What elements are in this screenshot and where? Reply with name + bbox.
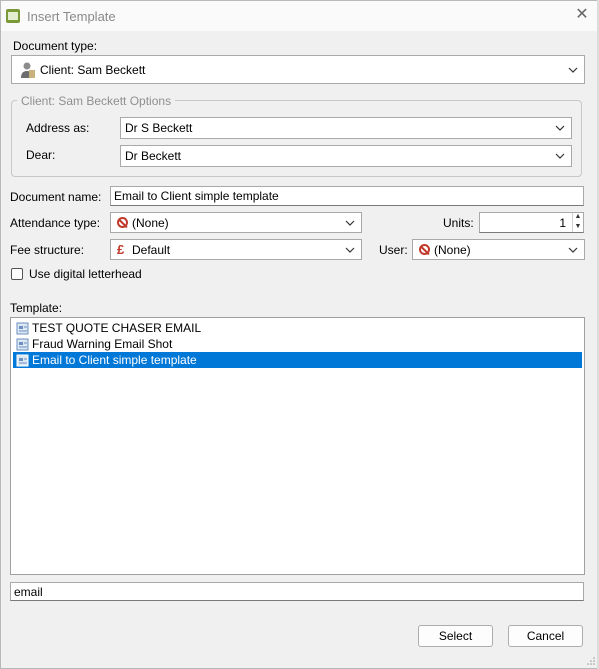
user-value: (None) [434, 242, 471, 257]
pound-icon: £ [117, 241, 125, 257]
dear-value: Dr Beckett [125, 149, 182, 163]
filter-input[interactable]: email [10, 582, 584, 601]
no-entry-icon [419, 244, 430, 255]
chevron-down-icon [555, 153, 565, 159]
digital-letterhead-label: Use digital letterhead [29, 267, 142, 281]
units-label: Units: [443, 216, 474, 230]
template-item-label: TEST QUOTE CHASER EMAIL [32, 321, 202, 335]
user-combo[interactable]: (None) [412, 239, 585, 260]
address-as-combo[interactable]: Dr S Beckett [120, 117, 572, 139]
list-item[interactable]: TEST QUOTE CHASER EMAIL [13, 320, 582, 336]
chevron-down-icon [345, 247, 355, 253]
chevron-down-icon [568, 247, 578, 253]
chevron-down-icon [345, 220, 355, 226]
template-label: Template: [10, 301, 63, 315]
app-icon [6, 9, 20, 23]
dear-label: Dear: [26, 148, 56, 162]
spin-down-icon[interactable]: ▼ [573, 223, 583, 233]
user-label: User: [379, 243, 408, 257]
document-name-field[interactable]: Email to Client simple template [110, 186, 584, 206]
filter-value: email [14, 584, 43, 599]
spin-up-icon[interactable]: ▲ [573, 213, 583, 223]
document-type-value: Client: Sam Beckett [40, 62, 146, 77]
document-icon [16, 354, 29, 366]
attendance-type-label: Attendance type: [10, 216, 101, 230]
units-value: 1 [559, 215, 566, 230]
document-icon [16, 322, 29, 334]
attendance-type-value: (None) [132, 215, 169, 230]
window-title: Insert Template [27, 9, 116, 24]
title-bar: Insert Template ✕ [1, 1, 598, 31]
fee-structure-label: Fee structure: [10, 243, 85, 257]
template-list[interactable]: TEST QUOTE CHASER EMAIL Fraud Warning Em… [10, 317, 585, 575]
chevron-down-icon [555, 125, 565, 131]
units-stepper[interactable]: 1 ▲ ▼ [479, 212, 584, 233]
chevron-down-icon [568, 67, 578, 73]
template-item-label: Email to Client simple template [32, 353, 197, 367]
document-icon [16, 338, 29, 350]
resize-grip-icon[interactable] [587, 657, 595, 665]
attendance-type-combo[interactable]: (None) [110, 212, 362, 233]
fee-structure-combo[interactable]: £ Default [110, 239, 362, 260]
list-item-selected[interactable]: Email to Client simple template [13, 352, 582, 368]
person-icon [20, 61, 36, 79]
address-as-label: Address as: [26, 121, 90, 135]
cancel-button[interactable]: Cancel [508, 625, 583, 647]
insert-template-dialog: Insert Template ✕ Document type: Client:… [0, 0, 599, 669]
fee-structure-value: Default [132, 242, 171, 257]
close-icon[interactable]: ✕ [573, 6, 591, 24]
client-options-legend: Client: Sam Beckett Options [17, 94, 176, 108]
select-button[interactable]: Select [418, 625, 493, 647]
address-as-value: Dr S Beckett [125, 121, 193, 135]
no-entry-icon [117, 217, 128, 228]
template-item-label: Fraud Warning Email Shot [32, 337, 173, 351]
document-type-label: Document type: [13, 39, 98, 53]
document-name-label: Document name: [10, 190, 102, 204]
digital-letterhead-checkbox[interactable] [11, 268, 23, 280]
document-name-value: Email to Client simple template [114, 189, 279, 203]
dear-combo[interactable]: Dr Beckett [120, 145, 572, 167]
document-type-combo[interactable]: Client: Sam Beckett [11, 55, 585, 84]
units-spinner[interactable]: ▲ ▼ [572, 213, 583, 232]
list-item[interactable]: Fraud Warning Email Shot [13, 336, 582, 352]
